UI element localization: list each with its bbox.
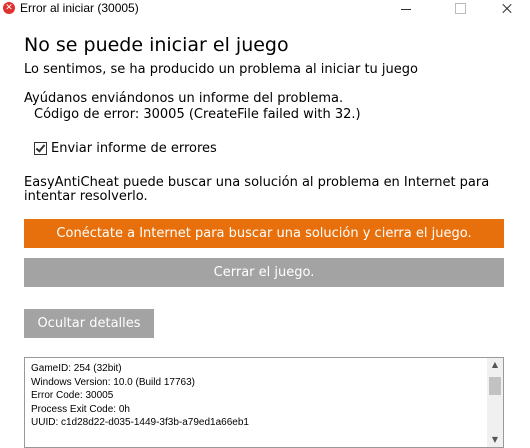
minimize-button[interactable]: [382, 0, 428, 18]
details-line: Process Exit Code: 0h: [31, 403, 130, 415]
page-title: No se puede iniciar el juego: [24, 34, 289, 56]
details-line: Windows Version: 10.0 (Build 17763): [31, 376, 195, 388]
minimize-icon: [401, 9, 411, 10]
help-message: Ayúdanos enviándonos un informe del prob…: [24, 91, 344, 106]
error-code-text: Código de error: 30005 (CreateFile faile…: [34, 107, 361, 122]
details-lines: GameID: 254 (32bit) Windows Version: 10.…: [31, 362, 249, 430]
close-button[interactable]: [484, 0, 530, 18]
details-line: UUID: c1d28d22-d035-1449-3f3b-a79ed1a66e…: [31, 417, 249, 428]
scroll-down-icon[interactable]: ▼: [487, 433, 503, 447]
maximize-icon: [455, 3, 466, 14]
maximize-button[interactable]: [436, 0, 482, 18]
details-scrollbar[interactable]: ▲ ▼: [487, 358, 503, 447]
window-title: Error al iniciar (30005): [20, 1, 139, 15]
scroll-thumb[interactable]: [489, 377, 501, 395]
checkbox-box[interactable]: [34, 142, 47, 155]
connect-online-button[interactable]: Conéctate a Internet para buscar una sol…: [24, 219, 504, 248]
send-report-label[interactable]: Enviar informe de errores: [51, 141, 217, 157]
scroll-up-icon[interactable]: ▲: [487, 358, 503, 372]
details-textbox[interactable]: GameID: 254 (32bit) Windows Version: 10.…: [24, 357, 504, 448]
details-line: GameID: 254 (32bit): [31, 363, 122, 374]
title-bar: ✕ Error al iniciar (30005): [0, 0, 530, 18]
hide-details-button[interactable]: Ocultar detalles: [24, 309, 154, 338]
error-x-icon: ✕: [3, 2, 15, 14]
sorry-message: Lo sentimos, se ha producido un problema…: [24, 62, 418, 77]
close-game-button[interactable]: Cerrar el juego.: [24, 258, 504, 287]
details-line: Error Code: 30005: [31, 390, 114, 401]
eac-message-line2: intentar resolverlo.: [24, 189, 148, 204]
checkmark-icon: [35, 142, 46, 153]
